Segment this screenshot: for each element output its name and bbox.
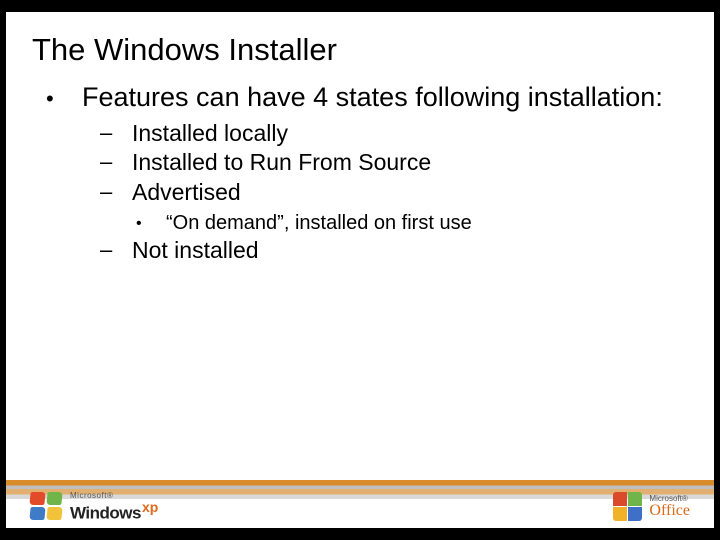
windows-label: Windows: [70, 503, 141, 522]
bullet-text: Installed locally: [132, 120, 684, 148]
bullet-text: Not installed: [132, 237, 684, 265]
bullet-level2: – Installed locally: [100, 120, 684, 148]
office-logo: Microsoft® Office: [613, 492, 690, 522]
bullet-dot-icon: •: [46, 82, 82, 114]
office-puzzle-icon: [613, 492, 643, 522]
slide-content: • Features can have 4 states following i…: [46, 82, 684, 264]
xp-label: xp: [142, 499, 158, 515]
bullet-dot-icon: •: [136, 211, 166, 235]
windows-flag-icon: [30, 492, 64, 522]
slide: The Windows Installer • Features can hav…: [6, 12, 714, 528]
bullet-text: “On demand”, installed on first use: [166, 211, 684, 235]
bullet-level2: – Advertised: [100, 179, 684, 207]
bullet-level2: – Not installed: [100, 237, 684, 265]
bullet-level1: • Features can have 4 states following i…: [46, 82, 684, 114]
bullet-text: Advertised: [132, 179, 684, 207]
office-label: Office: [649, 503, 690, 519]
slide-footer: Microsoft® Windowsxp Microsoft® Office: [6, 458, 714, 528]
bullet-level3: • “On demand”, installed on first use: [136, 211, 684, 235]
windows-logo: Microsoft® Windowsxp: [30, 492, 158, 522]
bullet-text: Installed to Run From Source: [132, 149, 684, 177]
bullet-text: Features can have 4 states following ins…: [82, 82, 684, 114]
bullet-level2: – Installed to Run From Source: [100, 149, 684, 177]
dash-icon: –: [100, 179, 132, 207]
slide-title: The Windows Installer: [32, 32, 337, 68]
dash-icon: –: [100, 120, 132, 148]
dash-icon: –: [100, 237, 132, 265]
dash-icon: –: [100, 149, 132, 177]
